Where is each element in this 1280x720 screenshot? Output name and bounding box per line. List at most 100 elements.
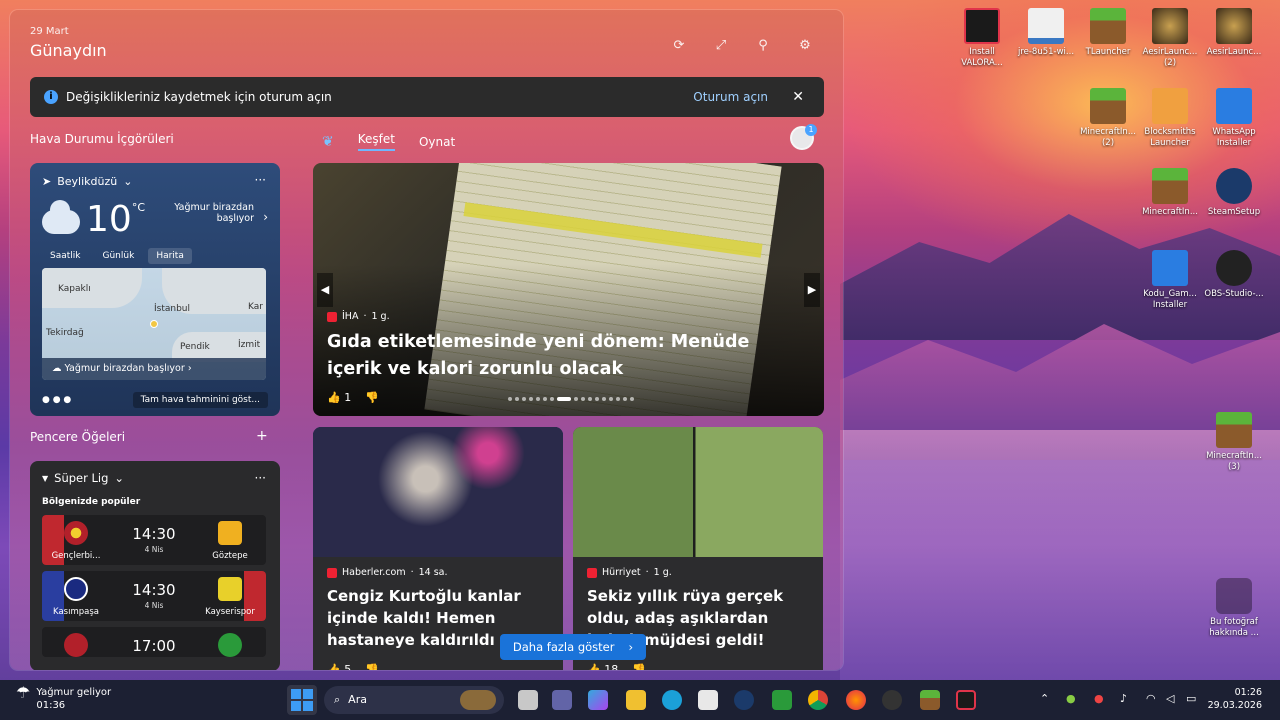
chevron-up-icon[interactable]: ⌃ xyxy=(1040,692,1049,705)
more-options-icon[interactable]: ··· xyxy=(255,173,266,187)
microphone-icon[interactable]: ♪ xyxy=(1120,692,1127,705)
rain-cloud-icon: ☂ xyxy=(16,683,31,702)
add-widget-icon[interactable]: + xyxy=(256,428,268,444)
start-button[interactable] xyxy=(287,685,317,715)
valorant-icon xyxy=(964,8,1000,44)
match-time: 14:30 xyxy=(132,581,176,599)
desktop-icon-kodu[interactable]: Kodu_Gam... Installer xyxy=(1138,250,1202,311)
download-icon xyxy=(1216,88,1252,124)
league-header[interactable]: ▼ Süper Lig ⌄ xyxy=(42,471,268,485)
desktop-icon-minecraft-3[interactable]: MinecraftIn... (3) xyxy=(1202,412,1266,473)
match-row[interactable]: 17:00 xyxy=(42,627,266,657)
carousel-prev-icon[interactable]: ◀ xyxy=(317,273,333,307)
signin-link[interactable]: Oturum açın xyxy=(693,90,768,104)
hero-news-card[interactable]: ◀ ▶ İHA · 1 g. Gıda etiketlemesinde yeni d… xyxy=(313,163,824,416)
obs-icon xyxy=(1216,250,1252,286)
thumbs-down-icon[interactable]: 👎 xyxy=(365,663,379,670)
weather-time: 01:36 xyxy=(36,700,66,711)
tab-hourly[interactable]: Saatlik xyxy=(42,248,89,264)
desktop-icon-whatsapp[interactable]: WhatsApp Installer xyxy=(1202,88,1266,149)
share-icon[interactable]: ⚲ xyxy=(755,38,771,54)
popular-label: Bölgenizde popüler xyxy=(42,497,141,507)
news-age: 1 g. xyxy=(371,311,390,322)
steam-icon[interactable] xyxy=(734,690,754,710)
desktop-icon-obs[interactable]: OBS-Studio-... xyxy=(1202,250,1266,300)
wifi-icon[interactable]: ◠ xyxy=(1146,692,1156,705)
minecraft-block-icon xyxy=(1090,88,1126,124)
header-actions: ⟳ ⤢ ⚲ ⚙ xyxy=(671,38,813,54)
news-image xyxy=(313,427,563,557)
tab-play[interactable]: Oynat xyxy=(419,135,455,149)
gear-icon[interactable]: ⚙ xyxy=(797,38,813,54)
desktop-icon-minecraft[interactable]: MinecraftIn... xyxy=(1138,168,1202,218)
search-box[interactable]: ⌕ Ara xyxy=(324,686,504,714)
weather-widget[interactable]: ➤ Beylikdüzü ⌄ ··· 10°C Yağmur birazdan … xyxy=(30,163,280,416)
tray-app-icon[interactable]: ● xyxy=(1066,692,1076,705)
away-team: Kayserispor xyxy=(205,607,255,617)
battery-icon[interactable]: ▭ xyxy=(1186,692,1196,705)
store-icon[interactable] xyxy=(698,690,718,710)
copilot-icon[interactable] xyxy=(588,690,608,710)
sport-widget[interactable]: ▼ Süper Lig ⌄ ··· Bölgenizde popüler 14:… xyxy=(30,461,280,670)
teams-icon[interactable] xyxy=(552,690,572,710)
minecraft-block-icon xyxy=(1090,8,1126,44)
file-explorer-icon[interactable] xyxy=(626,690,646,710)
temp-unit: °C xyxy=(131,201,145,214)
match-date: 4 Nis xyxy=(144,601,164,610)
desktop-icon-tlauncher[interactable]: TLauncher xyxy=(1076,8,1140,58)
desktop-icon-blocksmiths[interactable]: Blocksmiths Launcher xyxy=(1138,88,1202,149)
like-count: 1 xyxy=(344,391,352,404)
away-team: Göztepe xyxy=(212,551,248,561)
expand-icon[interactable]: ⤢ xyxy=(713,38,729,54)
match-row[interactable]: 14:30 4 Nis Kasımpaşa Kayserispor xyxy=(42,571,266,621)
firefox-icon[interactable] xyxy=(846,690,866,710)
thumbs-down-icon[interactable]: 👎 xyxy=(632,663,646,670)
info-icon: i xyxy=(44,90,58,104)
map-label-izmit: İzmit xyxy=(238,340,261,350)
taskbar-weather[interactable]: ☂ Yağmur geliyor 01:36 xyxy=(16,683,111,712)
system-clock[interactable]: 01:26 29.03.2026 xyxy=(1208,686,1262,712)
weather-description[interactable]: Yağmur birazdan başlıyor › xyxy=(168,202,268,224)
close-icon[interactable]: ✕ xyxy=(792,89,804,105)
like-button[interactable]: 👍 1 xyxy=(327,391,351,404)
valorant-icon[interactable] xyxy=(956,690,976,710)
match-row[interactable]: 14:30 4 Nis Gençlerbi... Göztepe xyxy=(42,515,266,565)
news-image xyxy=(573,427,823,557)
minecraft-block-icon xyxy=(1216,412,1252,448)
tray-app-icon[interactable]: ● xyxy=(1094,692,1104,705)
desktop-icon-minecraft-2[interactable]: MinecraftIn... (2) xyxy=(1076,88,1140,149)
tab-daily[interactable]: Günlük xyxy=(95,248,143,264)
weather-location[interactable]: ➤ Beylikdüzü ⌄ xyxy=(42,175,268,188)
forecast-button[interactable]: Tam hava tahminini göst... xyxy=(132,392,268,408)
news-source: İHA · 1 g. xyxy=(327,311,390,322)
show-more-label: Daha fazla göster xyxy=(512,640,615,654)
map-rain-bar[interactable]: ☁ Yağmur birazdan başlıyor › xyxy=(42,358,266,380)
search-icon: ⌕ xyxy=(334,693,341,706)
desktop-icon-valorant[interactable]: Install VALORA... xyxy=(950,8,1014,69)
edge-icon[interactable] xyxy=(662,690,682,710)
task-view-icon[interactable] xyxy=(518,690,538,710)
tab-discover[interactable]: Keşfet xyxy=(357,132,395,151)
like-button[interactable]: 👍 5 xyxy=(327,663,351,670)
obs-icon[interactable] xyxy=(882,690,902,710)
weather-map[interactable]: Kapaklı İstanbul Kar Tekirdağ Pendik İzm… xyxy=(42,268,266,380)
desktop-icon-aesir[interactable]: AesirLaunc... xyxy=(1202,8,1266,58)
chrome-icon[interactable] xyxy=(808,690,828,710)
desktop-icon-spotlight[interactable]: Bu fotoğraf hakkında ... xyxy=(1202,578,1266,639)
app-icon[interactable] xyxy=(772,690,792,710)
like-button[interactable]: 👍 18 xyxy=(587,663,618,670)
desktop-icon-steam[interactable]: SteamSetup xyxy=(1202,168,1266,218)
weather-desc-text: Yağmur birazdan başlıyor xyxy=(174,202,254,224)
carousel-next-icon[interactable]: ▶ xyxy=(804,273,820,307)
speaker-icon[interactable]: ◁ xyxy=(1166,692,1174,705)
avatar[interactable]: 1 xyxy=(790,124,817,150)
thumbs-down-icon[interactable]: 👎 xyxy=(365,391,379,404)
refresh-icon[interactable]: ⟳ xyxy=(671,38,687,54)
desktop-icon-jre[interactable]: jre-8u51-wi... xyxy=(1014,8,1078,58)
show-more-button[interactable]: Daha fazla göster › xyxy=(500,634,646,660)
tab-map[interactable]: Harita xyxy=(148,248,192,264)
more-options-icon[interactable]: ··· xyxy=(255,471,266,485)
desktop-icon-aesir-2[interactable]: AesirLaunc... (2) xyxy=(1138,8,1202,69)
hero-title[interactable]: Gıda etiketlemesinde yeni dönem: Menüde … xyxy=(327,329,807,383)
minecraft-icon[interactable] xyxy=(920,690,940,710)
